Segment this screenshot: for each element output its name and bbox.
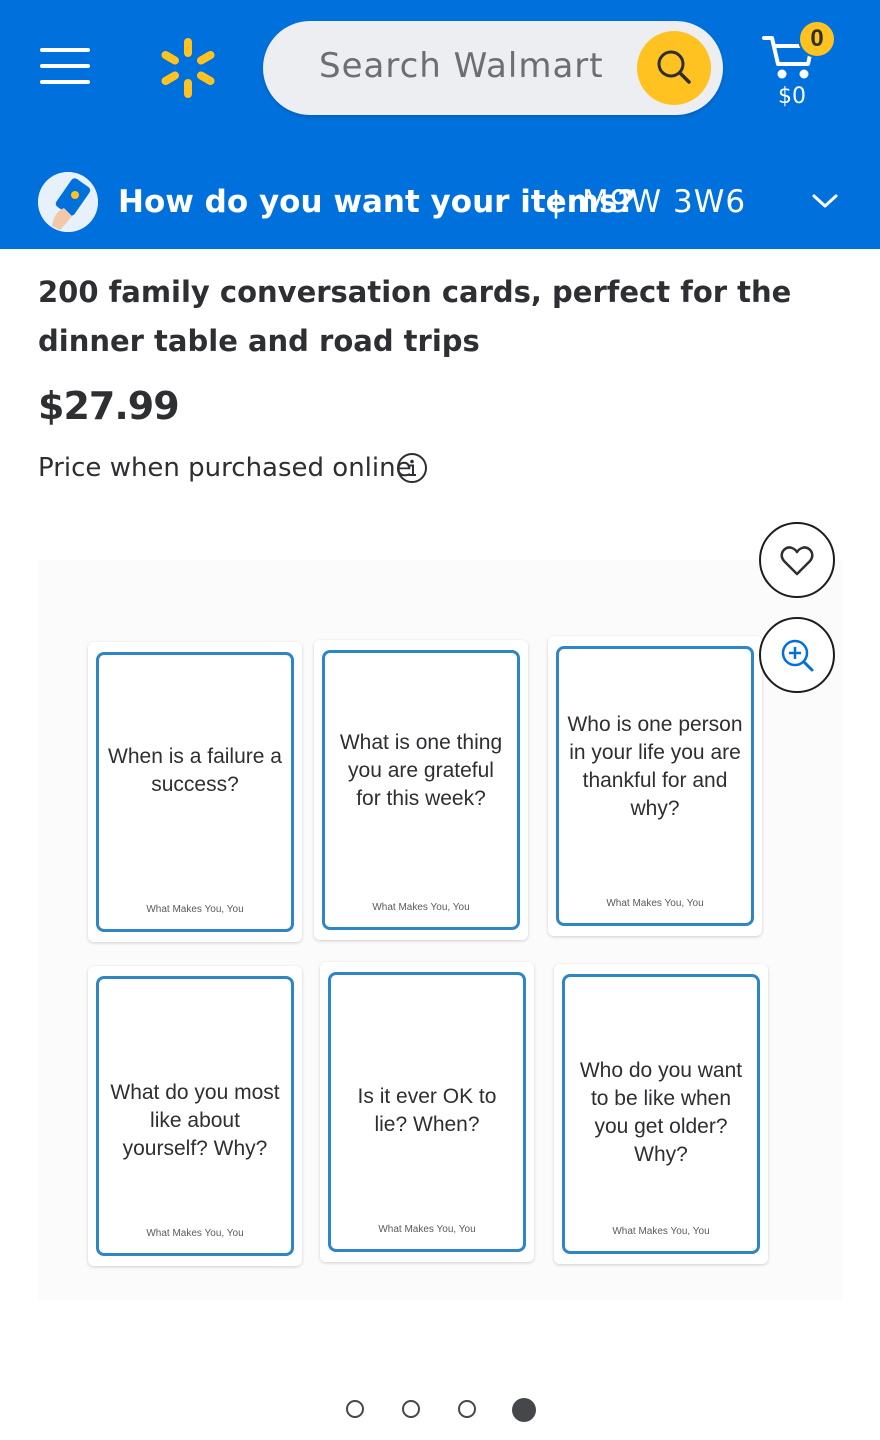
card-question: Who do you want to be like when you get … — [579, 1059, 743, 1166]
card-question: What do you most like about yourself? Wh… — [110, 1081, 280, 1160]
delivery-separator: | — [552, 184, 561, 219]
conversation-card: When is a failure a success? What Makes … — [88, 642, 302, 942]
cart-button[interactable]: 0 $0 — [760, 20, 840, 114]
zoom-in-icon — [781, 639, 814, 672]
product-price: $27.99 — [38, 384, 180, 428]
carousel-indicator — [344, 1398, 544, 1424]
cart-total: $0 — [778, 84, 806, 109]
carousel-dot-active[interactable] — [512, 1398, 536, 1422]
heart-icon — [780, 546, 814, 576]
price-note: Price when purchased online — [38, 453, 412, 483]
search-button[interactable] — [637, 31, 711, 105]
card-brand: What Makes You, You — [146, 904, 244, 915]
carousel-dot[interactable] — [458, 1400, 476, 1418]
card-question: When is a failure a success? — [108, 745, 282, 796]
card-brand: What Makes You, You — [378, 1224, 476, 1235]
favorite-button[interactable] — [759, 522, 835, 598]
zoom-button[interactable] — [759, 617, 835, 693]
carousel-dot[interactable] — [346, 1400, 364, 1418]
conversation-card: What is one thing you are grateful for t… — [314, 640, 528, 940]
carousel-dot[interactable] — [402, 1400, 420, 1418]
top-header: Search Walmart 0 $0 How do you want your — [0, 0, 880, 249]
product-title: 200 family conversation cards, perfect f… — [38, 275, 792, 358]
spark-logo-icon[interactable] — [156, 36, 220, 100]
search-bar[interactable]: Search Walmart — [263, 21, 723, 115]
conversation-card: Who is one person in your life you are t… — [548, 636, 762, 936]
conversation-card: Who do you want to be like when you get … — [554, 964, 768, 1264]
info-icon[interactable] — [396, 452, 428, 484]
card-brand: What Makes You, You — [372, 902, 470, 913]
conversation-card: What do you most like about yourself? Wh… — [88, 966, 302, 1266]
conversation-card: Is it ever OK to lie? When? What Makes Y… — [320, 962, 534, 1262]
card-question: Who is one person in your life you are t… — [567, 713, 743, 820]
chevron-down-icon[interactable] — [810, 190, 840, 212]
delivery-postal-code: M9W 3W6 — [582, 184, 747, 220]
delivery-phone-icon — [38, 172, 98, 232]
card-question: What is one thing you are grateful for t… — [339, 731, 503, 810]
card-brand: What Makes You, You — [606, 898, 704, 909]
cart-count-badge: 0 — [798, 20, 836, 58]
search-icon — [657, 50, 691, 84]
menu-icon[interactable] — [40, 44, 92, 90]
product-image[interactable]: When is a failure a success? What Makes … — [38, 560, 843, 1300]
delivery-selector[interactable]: How do you want your items? | M9W 3W6 — [0, 162, 880, 249]
search-input[interactable]: Search Walmart — [319, 46, 604, 86]
card-brand: What Makes You, You — [146, 1228, 244, 1239]
card-question: Is it ever OK to lie? When? — [357, 1085, 497, 1136]
card-brand: What Makes You, You — [612, 1226, 710, 1237]
